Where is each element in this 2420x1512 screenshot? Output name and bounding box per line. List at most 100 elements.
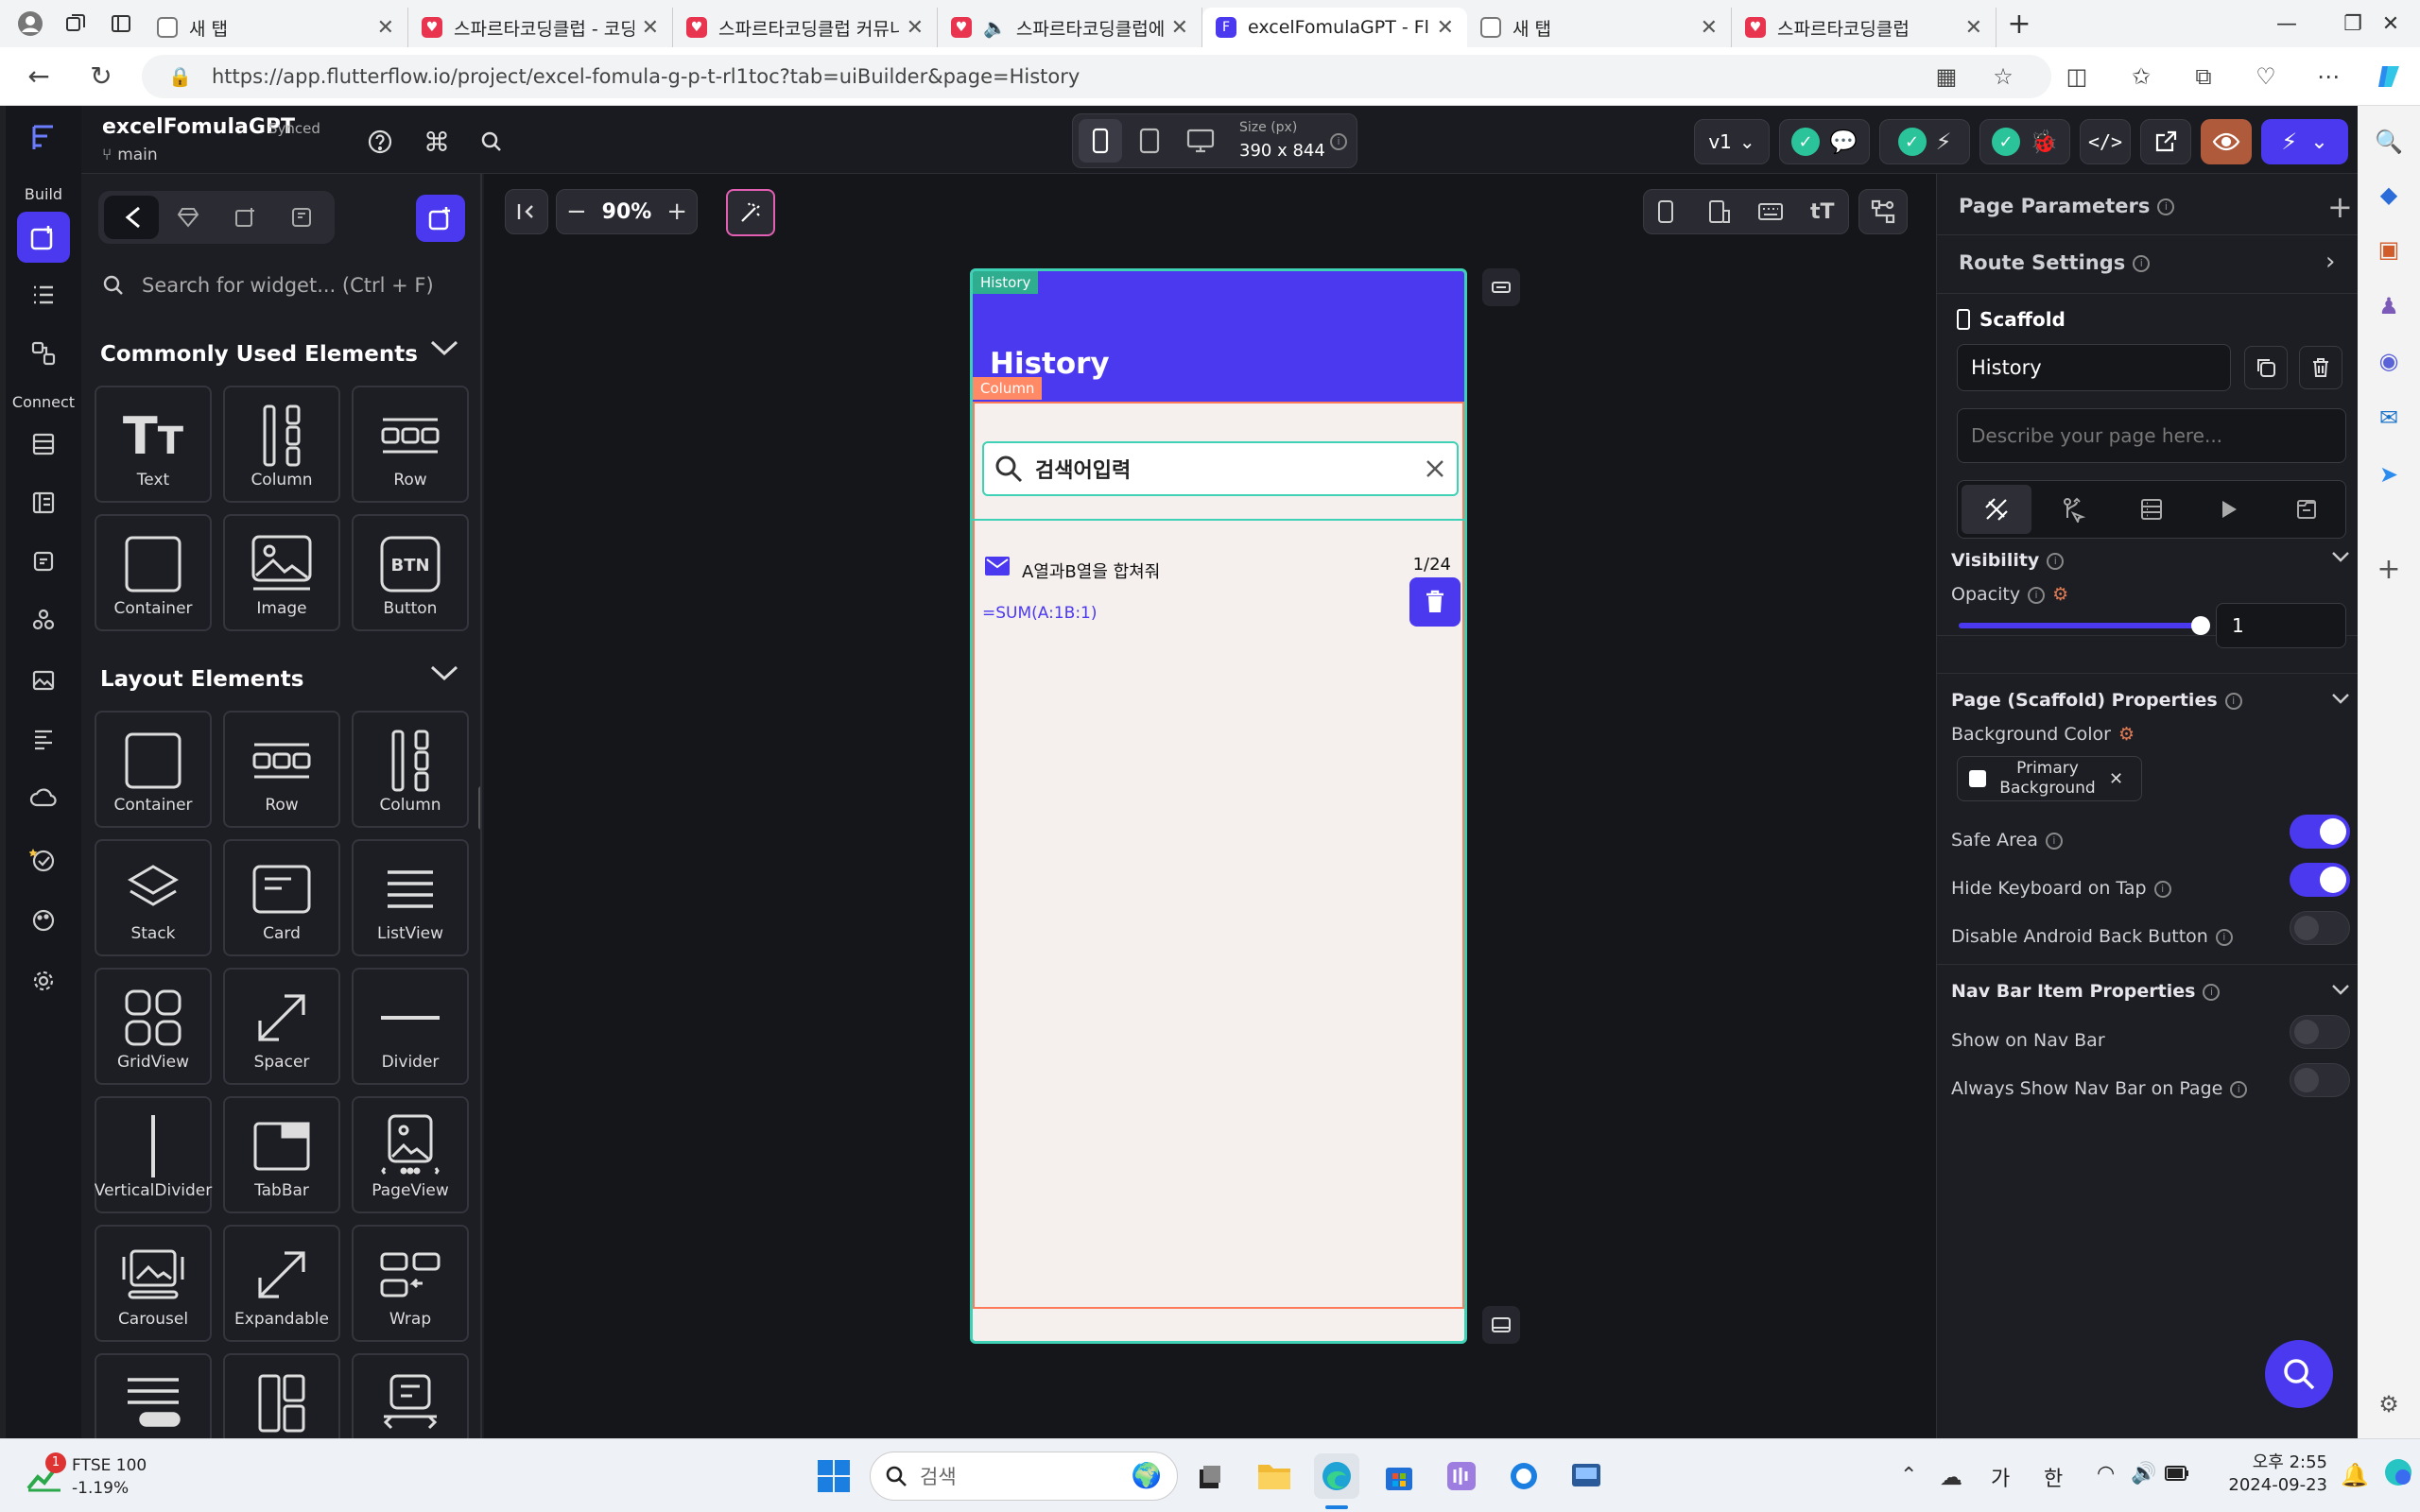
microsoft-365-icon[interactable]: ◉ <box>2370 342 2408 380</box>
opacity-input[interactable]: 1 <box>2216 603 2346 648</box>
collapse-panel-button[interactable] <box>505 189 548 234</box>
favorite-star-icon[interactable]: ☆ <box>1981 55 2025 98</box>
new-tab-button[interactable]: + <box>1996 0 2042 47</box>
templates-tab[interactable] <box>217 196 272 239</box>
vertical-tabs-icon[interactable] <box>98 0 144 47</box>
desktop-device-button[interactable] <box>1179 119 1222 163</box>
widget-tile-text[interactable]: TT Text <box>95 386 212 503</box>
cortana-icon[interactable] <box>1501 1453 1547 1499</box>
settings-gear-icon[interactable]: ⚙ <box>2370 1385 2408 1423</box>
variable-icon[interactable]: ⚙ <box>2052 584 2068 605</box>
preview-eye-button[interactable] <box>2201 119 2252 164</box>
close-icon[interactable]: ✕ <box>2109 769 2123 789</box>
widget-tile-verticaldivider[interactable]: VerticalDivider <box>95 1096 212 1213</box>
workspaces-icon[interactable] <box>53 0 98 47</box>
route-settings-title[interactable]: Route Settings i <box>1959 251 2151 274</box>
toggle-appbar-button[interactable] <box>1482 268 1520 306</box>
widget-tile-spacer[interactable]: Spacer <box>223 968 340 1085</box>
chevron-right-icon[interactable]: › <box>2325 248 2335 276</box>
search-textfield[interactable]: 검색어입력 <box>982 441 1459 496</box>
clear-icon[interactable] <box>1425 458 1445 479</box>
add-icon[interactable]: + <box>2370 550 2408 588</box>
widget-tile[interactable] <box>223 1353 340 1438</box>
outlook-icon[interactable]: ✉ <box>2370 399 2408 437</box>
design-canvas[interactable]: − 90% + tT History History Column 검색어입력 <box>484 174 1936 1438</box>
version-dropdown[interactable]: v1 ⌄ <box>1694 119 1770 164</box>
close-icon[interactable]: ✕ <box>1701 16 1718 40</box>
layout-tool-button[interactable] <box>1858 189 1908 234</box>
copilot-icon[interactable] <box>2367 55 2411 98</box>
stock-widget[interactable]: 1 FTSE 100 -1.19% <box>21 1452 153 1500</box>
widget-tile[interactable] <box>352 1353 469 1438</box>
show-navbar-toggle[interactable] <box>2290 1015 2350 1049</box>
text-scale-icon[interactable]: tT <box>1810 200 1835 224</box>
search-icon[interactable]: 🔍 <box>2370 123 2408 161</box>
widget-search-input[interactable]: Search for widget... (Ctrl + F) <box>95 261 469 310</box>
search-fab[interactable] <box>2265 1340 2333 1408</box>
onedrive-icon[interactable]: ☁ <box>1940 1464 1962 1490</box>
tests-icon[interactable] <box>23 839 64 881</box>
chevron-down-icon[interactable]: ⌄ <box>2310 130 2327 154</box>
remote-desktop-icon[interactable] <box>1564 1453 1609 1499</box>
widget-tile-carousel[interactable]: Carousel <box>95 1225 212 1342</box>
page-name-input[interactable]: History <box>1957 344 2231 391</box>
close-icon[interactable]: ✕ <box>1437 16 1454 40</box>
widget-tile-column[interactable]: Column <box>223 386 340 503</box>
profile-icon[interactable] <box>8 0 53 47</box>
custom-code-icon[interactable] <box>23 718 64 760</box>
widget-tile-gridview[interactable]: GridView <box>95 968 212 1085</box>
media-assets-icon[interactable] <box>23 660 64 701</box>
actions-tab[interactable] <box>2039 485 2109 534</box>
open-external-button[interactable] <box>2140 119 2191 164</box>
safe-area-toggle[interactable] <box>2290 815 2350 849</box>
app-bar[interactable]: History History <box>973 271 1464 402</box>
properties-tab[interactable] <box>1962 485 2031 534</box>
browser-essentials-icon[interactable]: ♡ <box>2244 55 2288 98</box>
run-button[interactable]: ⚡ ⌄ <box>2261 119 2348 164</box>
widgets-tab[interactable] <box>104 196 159 239</box>
rotate-device-icon[interactable] <box>1708 199 1731 224</box>
ime-korean[interactable]: 가 <box>1991 1462 2010 1492</box>
flutterflow-logo-icon[interactable] <box>23 117 64 159</box>
toggle-bottom-bar-button[interactable] <box>1482 1306 1520 1344</box>
edge-browser-icon[interactable] <box>1314 1453 1359 1499</box>
more-menu-icon[interactable]: ⋯ <box>2307 55 2350 98</box>
widget-tile-wrap[interactable]: Wrap <box>352 1225 469 1342</box>
debug-status-group[interactable]: ✓ 🐞 <box>1979 119 2070 164</box>
widget-tile-expandable[interactable]: Expandable <box>223 1225 340 1342</box>
delete-button[interactable] <box>1409 577 1461 627</box>
widget-tile-row[interactable]: Row <box>223 711 340 828</box>
chat-status-group[interactable]: ✓ 💬 <box>1779 119 1870 164</box>
close-icon[interactable]: ✕ <box>1171 16 1188 40</box>
widget-tile-container[interactable]: Container <box>95 711 212 828</box>
widget-tile-column[interactable]: Column <box>352 711 469 828</box>
backend-query-tab[interactable] <box>2117 485 2187 534</box>
phone-preview-icon[interactable] <box>1657 199 1674 224</box>
settings-gear-icon[interactable] <box>23 960 64 1002</box>
taskbar-search-box[interactable]: 검색 🌍 <box>870 1452 1178 1501</box>
always-show-navbar-toggle[interactable] <box>2290 1063 2350 1097</box>
clock-time[interactable]: 오후 2:55 <box>2227 1449 2327 1473</box>
refresh-icon[interactable]: ↻ <box>70 47 132 106</box>
magic-select-button[interactable] <box>726 189 775 236</box>
chevron-up-icon[interactable]: ⌃ <box>1900 1464 1917 1487</box>
windows-start-icon[interactable] <box>811 1453 856 1499</box>
widget-tile[interactable] <box>95 1353 212 1438</box>
split-screen-icon[interactable]: ◫ <box>2055 55 2099 98</box>
column-widget[interactable] <box>973 402 1464 1309</box>
flows-tab[interactable] <box>274 196 329 239</box>
browser-tab[interactable]: 새 탭 ✕ <box>1467 8 1732 47</box>
chevron-down-icon[interactable] <box>2331 692 2350 705</box>
cloud-functions-icon[interactable] <box>23 777 64 818</box>
volume-icon[interactable]: 🔊 <box>2131 1462 2156 1486</box>
browser-tab[interactable]: 새 탭 ✕ <box>144 8 408 47</box>
chevron-down-icon[interactable] <box>429 663 459 682</box>
history-list-item[interactable]: A열과B열을 합쳐줘 1/24 =SUM(A:1B:1) <box>973 545 1464 668</box>
browser-tab-active[interactable]: FexcelFomulaGPT - Flutter✕ <box>1202 8 1467 47</box>
close-icon[interactable]: ✕ <box>377 16 394 40</box>
chevron-down-icon[interactable] <box>429 338 459 357</box>
zoom-out-button[interactable]: − <box>566 198 587 226</box>
duplicate-page-button[interactable] <box>2244 346 2288 389</box>
widget-tile-button[interactable]: BTN Button <box>352 514 469 631</box>
tablet-device-button[interactable] <box>1128 119 1171 163</box>
